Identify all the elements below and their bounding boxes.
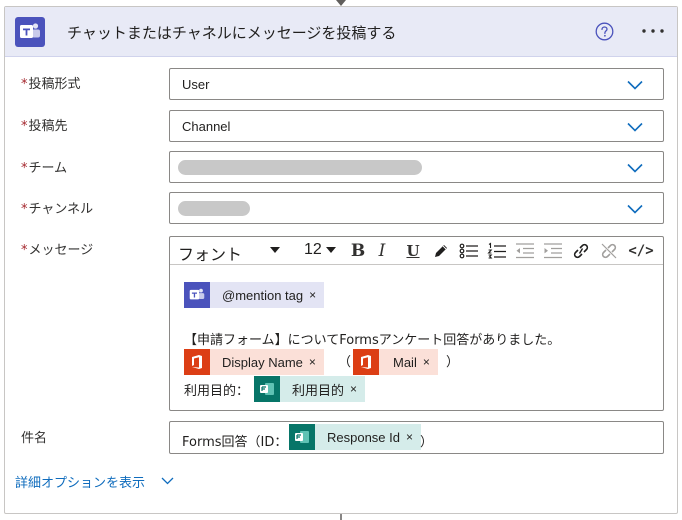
paren-close: ） <box>446 355 460 370</box>
bold-icon: B <box>350 241 366 261</box>
font-size-select[interactable]: 12 <box>304 241 322 259</box>
subject-prefix: Forms回答（ID： <box>182 435 288 450</box>
code-view-button[interactable]: </> <box>627 240 655 262</box>
chevron-down-icon[interactable] <box>161 477 174 485</box>
message-label-text: メッセージ <box>28 243 94 258</box>
subject-label-text: 件名 <box>21 431 48 446</box>
teams-logo-icon <box>15 17 45 47</box>
remove-token-icon[interactable]: × <box>423 355 438 369</box>
team-dropdown[interactable] <box>169 151 664 183</box>
channel-label: *チャンネル <box>21 198 93 217</box>
action-card: チャットまたはチャネルにメッセージを投稿する *投稿形式 User *投稿先 C… <box>4 6 678 514</box>
purpose-token-label: 利用目的 <box>292 382 345 398</box>
bullet-list-button[interactable] <box>458 240 480 262</box>
required-mark: * <box>21 119 28 134</box>
post-as-label: *投稿形式 <box>21 73 81 92</box>
paren-open: （ <box>338 355 352 370</box>
pen-icon <box>435 245 447 257</box>
required-mark: * <box>21 161 28 176</box>
caret-down-icon[interactable] <box>270 247 280 254</box>
subject-field[interactable]: Forms回答（ID： Response Id × ） <box>169 421 664 454</box>
link-icon <box>573 243 589 259</box>
remove-token-icon[interactable]: × <box>309 288 324 302</box>
unlink-icon <box>601 243 617 259</box>
underline-button[interactable]: U <box>402 240 424 262</box>
subject-label: 件名 <box>21 427 47 446</box>
required-mark: * <box>21 202 28 217</box>
code-icon: </> <box>628 243 654 259</box>
remove-link-button[interactable] <box>598 240 620 262</box>
post-in-value: Channel <box>182 119 231 134</box>
post-in-label-text: 投稿先 <box>28 119 68 134</box>
remove-token-icon[interactable]: × <box>350 382 365 396</box>
font-family-select[interactable]: フォント <box>178 241 242 265</box>
caret-down-icon[interactable] <box>326 247 336 254</box>
required-mark: * <box>21 77 28 92</box>
required-mark: * <box>21 243 28 258</box>
numbered-list-button[interactable] <box>486 240 508 262</box>
indent-icon <box>544 243 562 259</box>
decrease-indent-button[interactable] <box>514 240 536 262</box>
post-as-dropdown[interactable]: User <box>169 68 664 100</box>
remove-token-icon[interactable]: × <box>406 430 421 444</box>
mention-token[interactable]: @mention tag × <box>184 282 325 308</box>
post-in-label: *投稿先 <box>21 115 68 134</box>
forms-token-icon <box>254 376 280 402</box>
mention-token-label: @mention tag <box>222 287 304 303</box>
message-line-1: 【申請フォーム】についてFormsアンケート回答がありました。 <box>184 333 561 348</box>
insert-link-button[interactable] <box>570 240 592 262</box>
bullet-list-icon <box>459 243 478 259</box>
purpose-label: 利用目的： <box>184 384 250 399</box>
numbered-list-icon <box>487 242 506 259</box>
channel-dropdown[interactable] <box>169 192 664 224</box>
bold-button[interactable]: B <box>347 240 369 262</box>
post-in-dropdown[interactable]: Channel <box>169 110 664 142</box>
editor-toolbar: フォント 12 B I U </> <box>170 237 663 265</box>
message-editor[interactable]: フォント 12 B I U </> @mention tag × 【申請フォーム… <box>169 236 664 411</box>
mail-token[interactable]: Mail × <box>353 349 438 375</box>
help-icon[interactable] <box>595 22 614 41</box>
show-advanced-options-link[interactable]: 詳細オプションを表示 <box>15 472 145 491</box>
mail-token-label: Mail <box>393 354 417 370</box>
italic-button[interactable]: I <box>371 240 393 262</box>
outdent-icon <box>516 243 534 259</box>
teams-token-icon <box>184 282 210 308</box>
display-name-token[interactable]: Display Name × <box>184 349 324 375</box>
connector-line-bottom <box>340 514 342 520</box>
chevron-down-icon[interactable] <box>627 122 643 132</box>
channel-label-text: チャンネル <box>28 202 94 217</box>
subject-suffix: ） <box>420 435 434 450</box>
italic-icon: I <box>378 241 386 261</box>
chevron-down-icon[interactable] <box>627 80 643 90</box>
office-token-icon <box>184 349 210 375</box>
text-color-button[interactable] <box>430 240 452 262</box>
message-label: *メッセージ <box>21 239 93 258</box>
team-label-text: チーム <box>28 161 68 176</box>
post-as-label-text: 投稿形式 <box>28 77 81 92</box>
office-token-icon <box>353 349 379 375</box>
chevron-down-icon[interactable] <box>627 163 643 173</box>
team-label: *チーム <box>21 157 67 176</box>
chevron-down-icon[interactable] <box>627 204 643 214</box>
post-as-value: User <box>182 77 210 92</box>
purpose-token[interactable]: 利用目的 × <box>254 376 366 402</box>
response-id-token[interactable]: Response Id × <box>289 424 422 450</box>
response-id-token-label: Response Id <box>327 429 400 445</box>
display-name-token-label: Display Name <box>222 354 303 370</box>
action-title: チャットまたはチャネルにメッセージを投稿する <box>67 24 397 42</box>
more-options-icon[interactable] <box>641 28 665 34</box>
channel-value-redacted <box>178 201 250 216</box>
team-value-redacted <box>178 160 422 175</box>
increase-indent-button[interactable] <box>542 240 564 262</box>
forms-token-icon <box>289 424 315 450</box>
action-header[interactable]: チャットまたはチャネルにメッセージを投稿する <box>5 7 677 57</box>
underline-icon: U <box>406 242 420 260</box>
remove-token-icon[interactable]: × <box>309 355 324 369</box>
